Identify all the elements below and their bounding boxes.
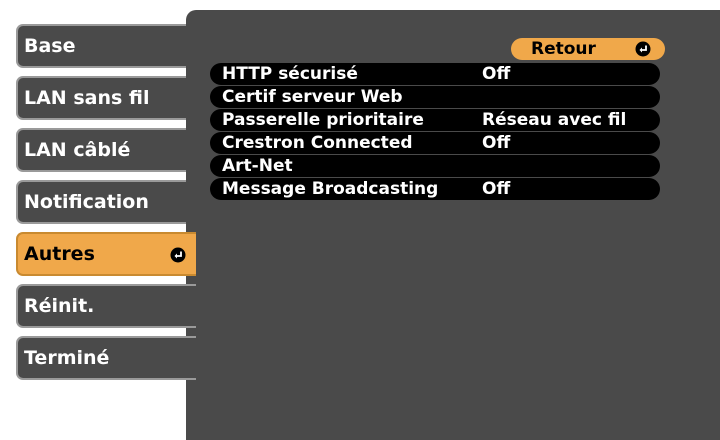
setting-row-art-net[interactable]: Art-Net bbox=[210, 155, 660, 177]
enter-icon bbox=[170, 247, 186, 263]
sidebar-item-label: Terminé bbox=[24, 347, 110, 369]
setting-label: Certif serveur Web bbox=[222, 87, 403, 107]
sidebar-item-label: Notification bbox=[24, 191, 149, 213]
sidebar-item-base[interactable]: Base bbox=[16, 24, 196, 68]
sidebar-item-label: Autres bbox=[24, 243, 95, 265]
sidebar-item-label: Réinit. bbox=[24, 295, 95, 317]
sidebar-item-label: LAN câblé bbox=[24, 139, 131, 161]
setting-row-message-broadcasting[interactable]: Message Broadcasting Off bbox=[210, 178, 660, 200]
setting-value: Réseau avec fil bbox=[482, 110, 627, 130]
setting-row-certif-serveur-web[interactable]: Certif serveur Web bbox=[210, 86, 660, 108]
setting-value: Off bbox=[482, 64, 511, 84]
setting-row-crestron-connected[interactable]: Crestron Connected Off bbox=[210, 132, 660, 154]
sidebar-item-lan-cable[interactable]: LAN câblé bbox=[16, 128, 196, 172]
back-button-label: Retour bbox=[531, 39, 596, 59]
sidebar-item-notification[interactable]: Notification bbox=[16, 180, 196, 224]
sidebar-item-reinit[interactable]: Réinit. bbox=[16, 284, 196, 328]
setting-label: Passerelle prioritaire bbox=[222, 110, 424, 130]
sidebar-item-autres[interactable]: Autres bbox=[16, 232, 196, 276]
sidebar-item-label: LAN sans fil bbox=[24, 87, 150, 109]
enter-icon bbox=[635, 41, 651, 57]
sidebar-item-label: Base bbox=[24, 35, 76, 57]
setting-value: Off bbox=[482, 133, 511, 153]
setting-label: Art-Net bbox=[222, 156, 293, 176]
setting-label: Message Broadcasting bbox=[222, 179, 439, 199]
sidebar-item-termine[interactable]: Terminé bbox=[16, 336, 196, 380]
setting-label: HTTP sécurisé bbox=[222, 64, 358, 84]
setting-value: Off bbox=[482, 179, 511, 199]
setting-row-passerelle-prioritaire[interactable]: Passerelle prioritaire Réseau avec fil bbox=[210, 109, 660, 131]
setting-row-http-securise[interactable]: HTTP sécurisé Off bbox=[210, 63, 660, 85]
back-button[interactable]: Retour bbox=[511, 38, 665, 60]
setting-label: Crestron Connected bbox=[222, 133, 413, 153]
sidebar-item-lan-sans-fil[interactable]: LAN sans fil bbox=[16, 76, 196, 120]
